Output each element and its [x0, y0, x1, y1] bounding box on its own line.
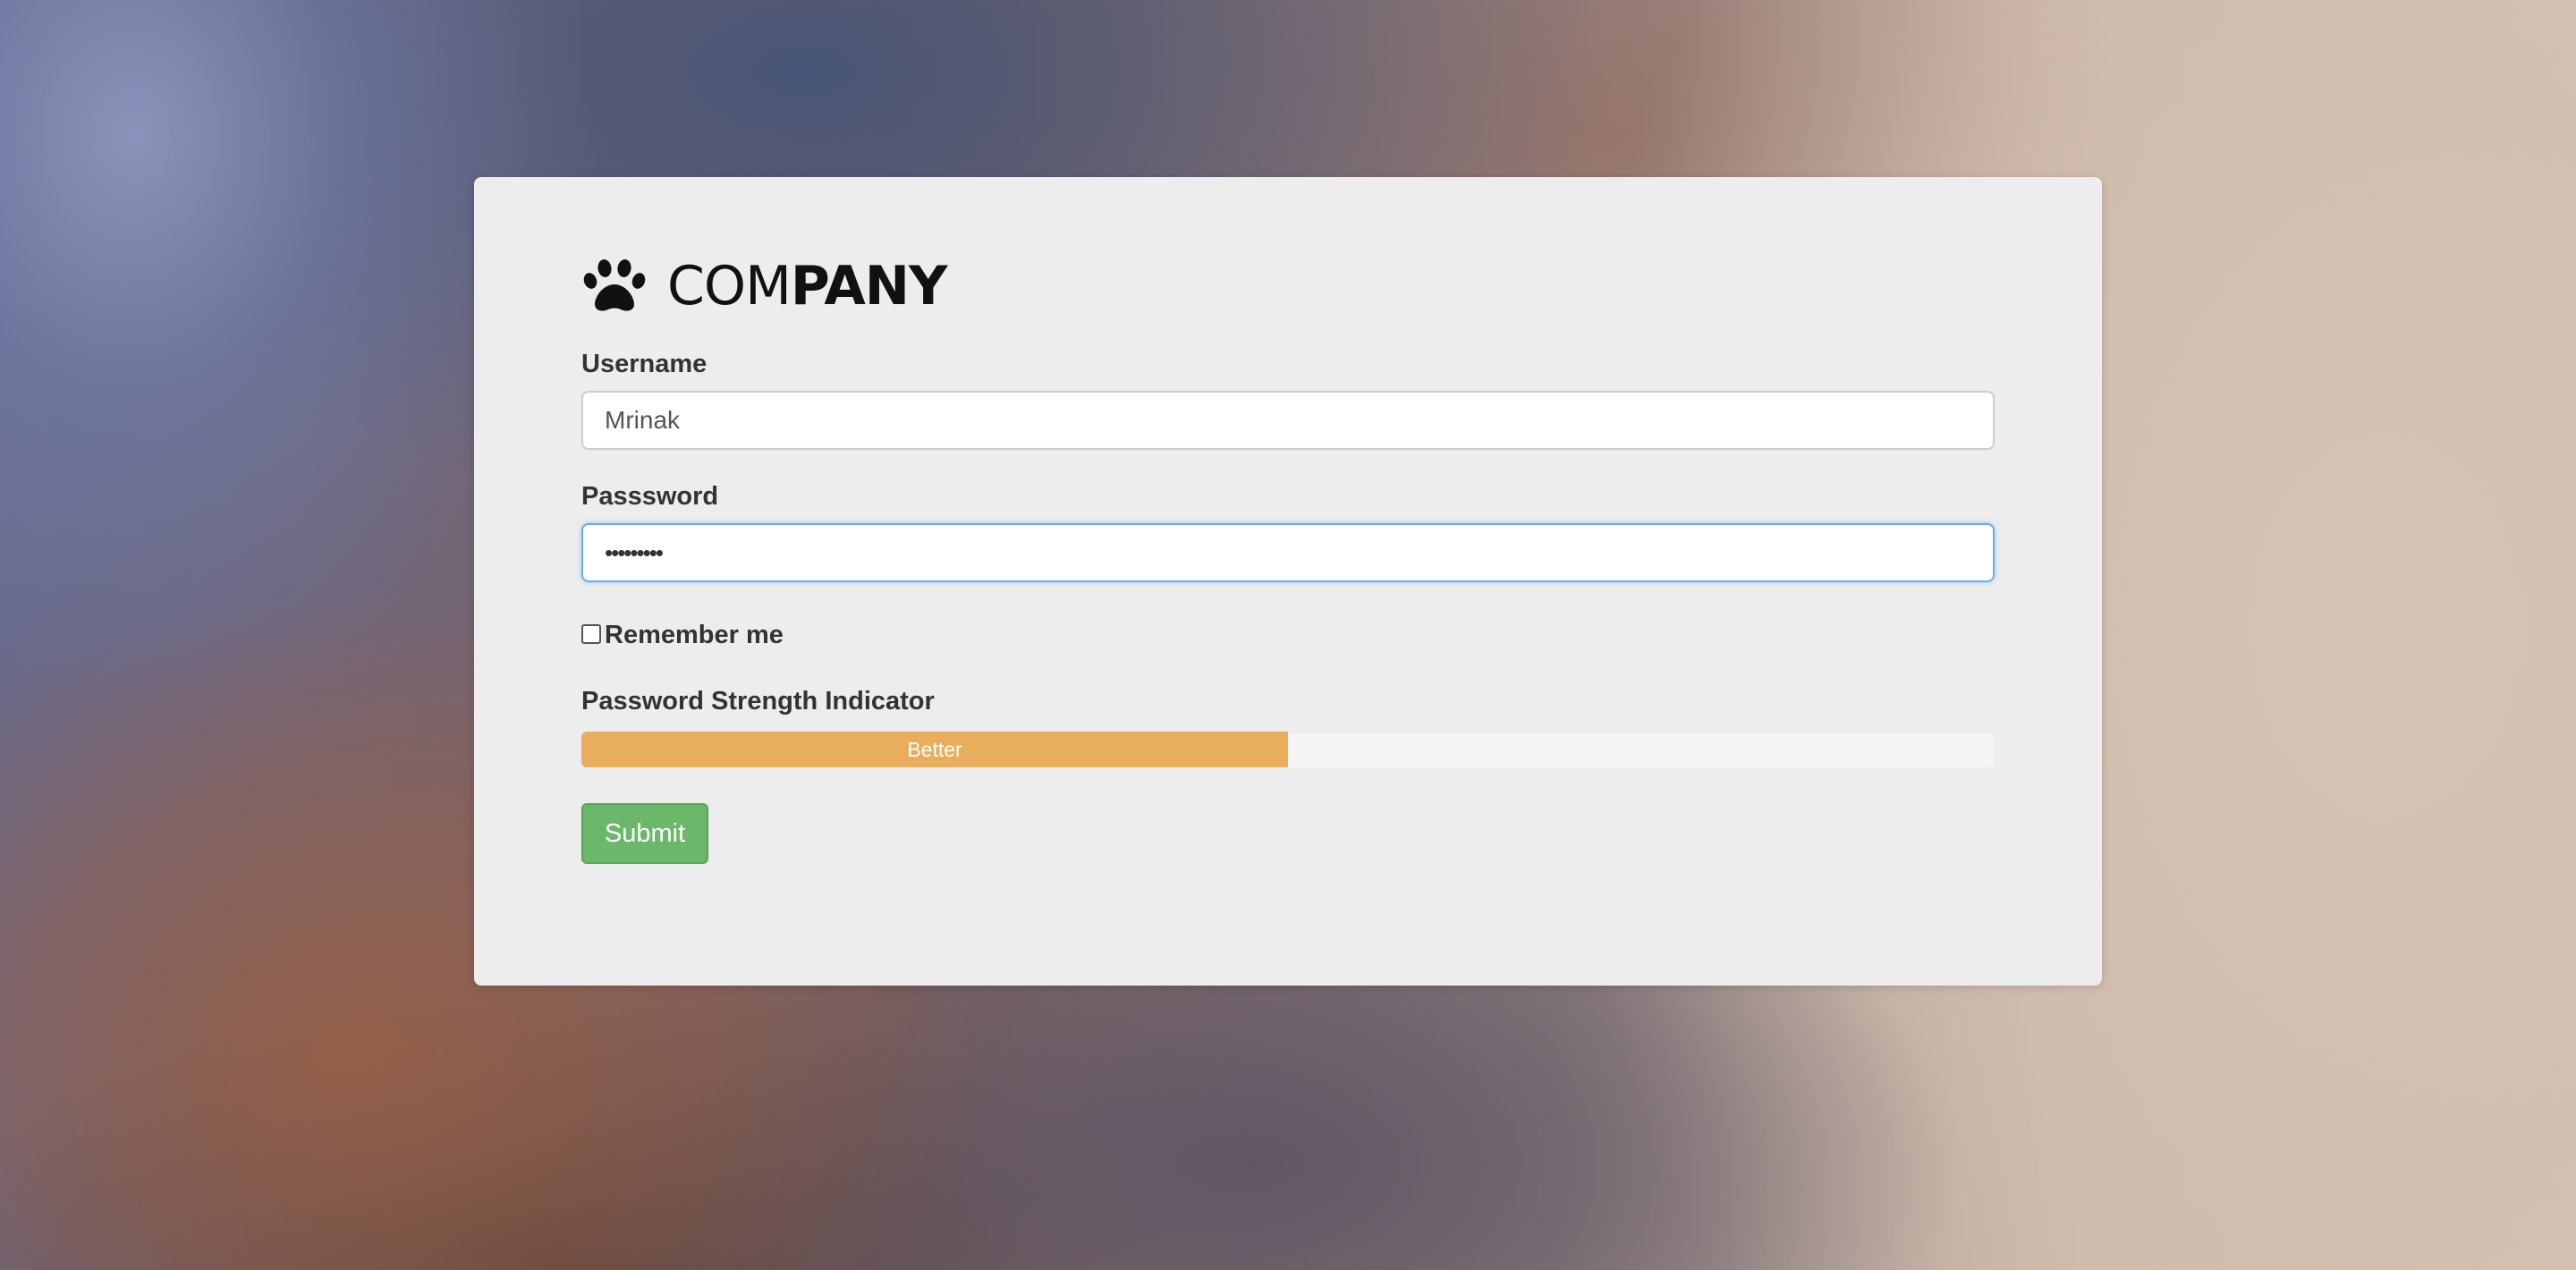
username-input[interactable] [581, 391, 1995, 450]
login-card: COMPANY Username Passsword ••••••••• Rem… [474, 177, 2102, 986]
remember-me-label[interactable]: Remember me [605, 621, 784, 650]
company-name: COMPANY [667, 259, 947, 313]
strength-indicator-label: Password Strength Indicator [581, 687, 935, 715]
paw-icon [581, 259, 649, 313]
password-strength-progress: Better [581, 732, 1995, 767]
company-logo: COMPANY [581, 259, 947, 313]
password-input[interactable]: ••••••••• [581, 523, 1995, 582]
password-strength-bar: Better [581, 732, 1288, 767]
company-name-bold: PANY [790, 255, 948, 318]
company-name-light: COM [667, 255, 792, 318]
remember-me-row: Remember me [581, 617, 784, 650]
submit-button[interactable]: Submit [581, 803, 708, 864]
password-label: Passsword [581, 482, 719, 511]
username-label: Username [581, 350, 708, 378]
remember-me-checkbox[interactable] [581, 623, 601, 644]
